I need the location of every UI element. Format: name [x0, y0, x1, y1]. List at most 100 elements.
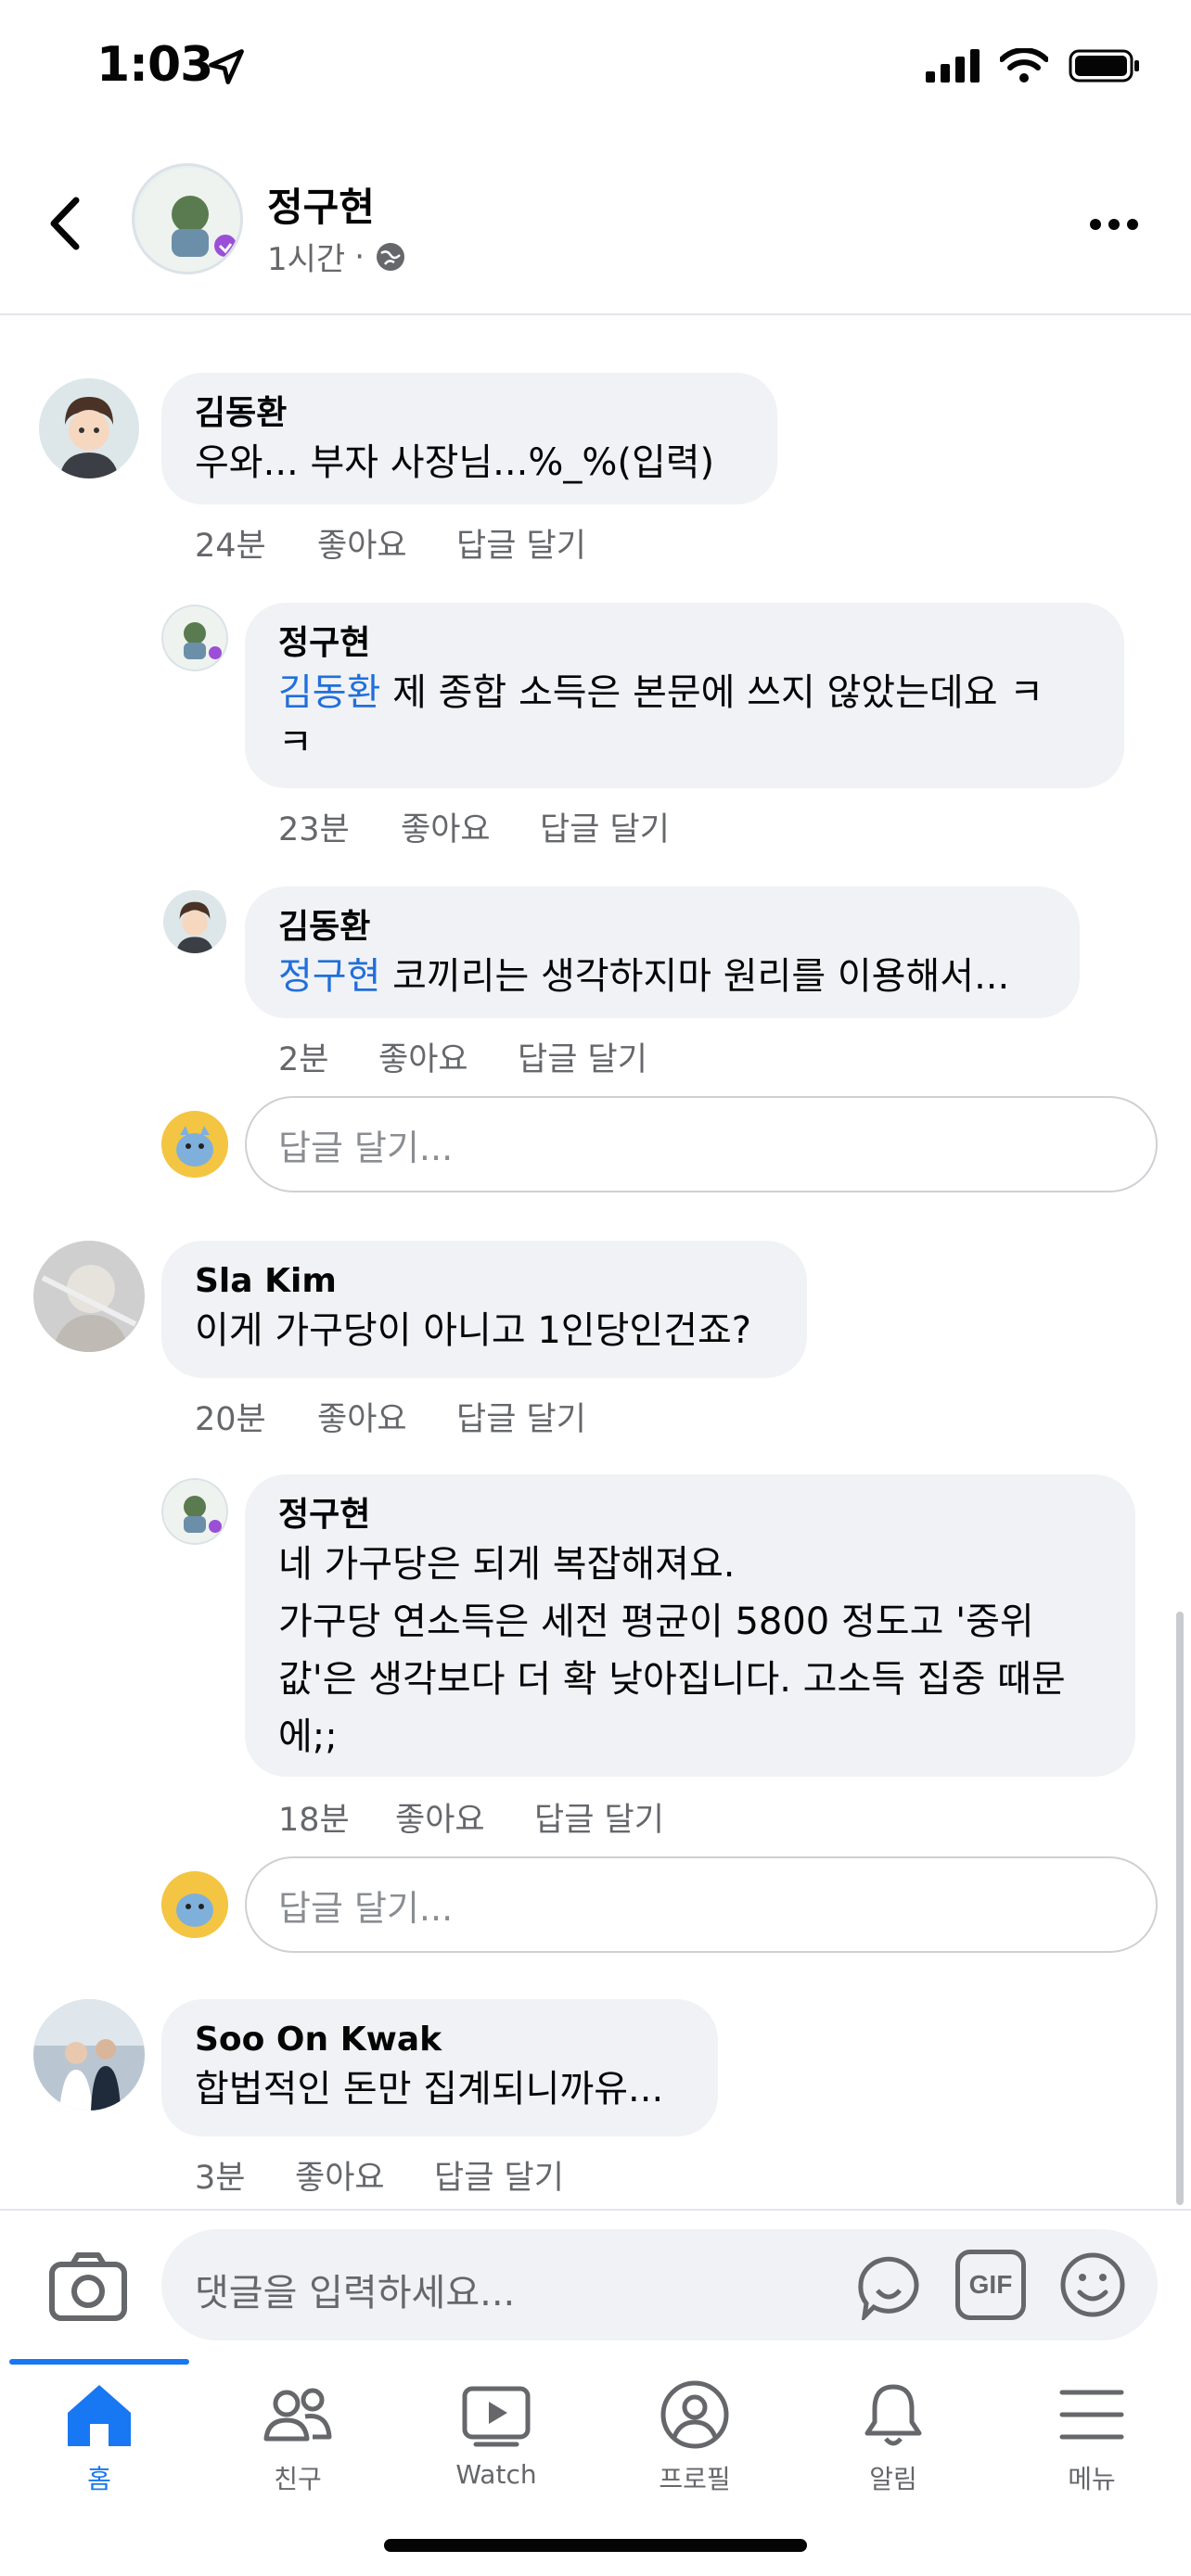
like-button[interactable]: 좋아요	[317, 1393, 456, 1440]
comment-time: 3분	[195, 2160, 246, 2197]
reply-button[interactable]: 답글 달기	[456, 1393, 586, 1440]
comment-actions: 24분 좋아요 답글 달기	[195, 519, 586, 567]
avatar-photo-icon	[33, 1241, 145, 1352]
mention-link[interactable]: 정구현	[278, 955, 380, 998]
comment-text: 이게 가구당이 아니고 1인당인건죠?	[195, 1309, 752, 1352]
avatar-photo-icon	[33, 1999, 145, 2111]
comment-bubble[interactable]: Soo On Kwak 합법적인 돈만 집계되니까유...	[161, 1999, 718, 2136]
emoji-icon[interactable]	[1057, 2250, 1128, 2320]
comment-actions: 3분 좋아요 답글 달기	[195, 2151, 564, 2199]
friends-icon	[263, 2388, 332, 2442]
comment-actions: 2분 좋아요 답글 달기	[278, 1033, 647, 1080]
commenter-avatar[interactable]	[163, 890, 226, 953]
status-indicators	[926, 48, 1141, 83]
comment-time: 24분	[195, 528, 266, 565]
reply-button[interactable]: 답글 달기	[456, 519, 586, 567]
reply-button[interactable]: 답글 달기	[534, 1793, 664, 1841]
gif-button[interactable]: GIF	[955, 2250, 1026, 2320]
wifi-icon	[1000, 48, 1048, 83]
reply-input-placeholder: 답글 달기...	[278, 1127, 454, 1168]
post-time: 1시간	[267, 241, 346, 278]
reply-input[interactable]: 답글 달기...	[245, 1856, 1158, 1953]
globe-icon	[377, 242, 405, 271]
home-icon	[68, 2385, 131, 2446]
comment-composer: 댓글을 입력하세요... GIF	[0, 2209, 1191, 2359]
active-tab-indicator	[9, 2359, 189, 2365]
comment-time: 18분	[278, 1802, 350, 1839]
location-arrow-icon	[209, 49, 244, 84]
comment-input-placeholder: 댓글을 입력하세요...	[195, 2272, 516, 2315]
gif-label: GIF	[968, 2270, 1013, 2299]
like-button[interactable]: 좋아요	[317, 519, 456, 567]
comment-bubble[interactable]: 정구현 김동환 제 종합 소득은 본문에 쓰지 않았는데요 ㅋ ㅋ	[245, 603, 1124, 788]
back-arrow-icon[interactable]	[43, 191, 89, 256]
comment-text: 우와... 부자 사장님...%_%(입력)	[195, 441, 715, 484]
status-time: 1:03	[96, 37, 213, 93]
avatar-illustration-icon	[163, 890, 226, 953]
commenter-avatar[interactable]	[39, 378, 139, 478]
avatar-illustration-icon	[161, 1871, 228, 1938]
avatar-illustration-icon	[39, 378, 139, 478]
tab-label: 메뉴	[1068, 2464, 1116, 2494]
comment-text: 김동환 제 종합 소득은 본문에 쓰지 않았는데요 ㅋ	[278, 664, 1091, 721]
current-user-avatar	[161, 1871, 228, 1938]
tab-watch[interactable]: Watch	[397, 2379, 596, 2528]
comment-bubble[interactable]: 김동환 정구현 코끼리는 생각하지마 원리를 이용해서...	[245, 886, 1080, 1018]
tab-friends[interactable]: 친구	[198, 2379, 397, 2528]
tab-profile[interactable]: 프로필	[596, 2379, 794, 2528]
cellular-signal-icon	[926, 49, 980, 83]
comment-bubble[interactable]: 정구현 네 가구당은 되게 복잡해져요. 가구당 연소득은 세전 평균이 580…	[245, 1474, 1135, 1777]
comment-time: 2분	[278, 1041, 329, 1078]
commenter-avatar[interactable]	[33, 1241, 145, 1352]
comment-author[interactable]: 김동환	[278, 907, 1046, 948]
like-button[interactable]: 좋아요	[395, 1793, 534, 1841]
comment-bubble[interactable]: 김동환 우와... 부자 사장님...%_%(입력)	[161, 373, 777, 504]
comment-text-line: 네 가구당은 되게 복잡해져요.	[278, 1543, 736, 1586]
comment-bubble[interactable]: Sla Kim 이게 가구당이 아니고 1인당인건죠?	[161, 1241, 807, 1378]
scrollbar[interactable]	[1176, 1612, 1184, 2205]
author-name[interactable]: 정구현	[267, 176, 375, 233]
more-dot-icon	[1127, 219, 1138, 230]
comment-time: 23분	[278, 811, 350, 848]
comment-input[interactable]: 댓글을 입력하세요... GIF	[161, 2229, 1158, 2340]
author-avatar[interactable]	[132, 163, 243, 274]
comment-text: 합법적인 돈만 집계되니까유...	[195, 2068, 664, 2111]
more-dot-icon	[1108, 219, 1120, 230]
battery-icon	[1069, 49, 1139, 83]
comment-author[interactable]: 김동환	[195, 393, 744, 434]
bell-icon	[864, 2384, 922, 2446]
current-user-avatar	[161, 1111, 228, 1178]
avatar-sticker-icon[interactable]	[853, 2250, 924, 2320]
tab-notifications[interactable]: 알림	[794, 2379, 992, 2528]
reply-input[interactable]: 답글 달기...	[245, 1096, 1158, 1192]
more-options-button[interactable]	[1082, 206, 1146, 243]
comment-author[interactable]: Soo On Kwak	[195, 2020, 685, 2060]
mention-link[interactable]: 김동환	[278, 671, 380, 714]
home-indicator[interactable]	[384, 2539, 807, 2552]
like-button[interactable]: 좋아요	[295, 2151, 434, 2199]
like-button[interactable]: 좋아요	[401, 803, 540, 850]
comment-author[interactable]: 정구현	[278, 623, 1091, 664]
status-bar: 1:03	[0, 0, 1191, 139]
reply-button[interactable]: 답글 달기	[518, 1033, 647, 1080]
comment-text-line: 에;;	[278, 1715, 338, 1758]
comment-author[interactable]: 정구현	[278, 1495, 1102, 1536]
tab-menu[interactable]: 메뉴	[992, 2379, 1191, 2528]
profile-icon	[660, 2380, 729, 2449]
camera-icon[interactable]	[48, 2248, 128, 2326]
comment-actions: 18분 좋아요 답글 달기	[278, 1793, 664, 1841]
comment-time: 20분	[195, 1401, 266, 1438]
like-button[interactable]: 좋아요	[378, 1033, 518, 1080]
reply-button[interactable]: 답글 달기	[434, 2151, 564, 2199]
tab-home[interactable]: 홈	[0, 2379, 198, 2528]
comment-author[interactable]: Sla Kim	[195, 1261, 774, 1302]
avatar-illustration-icon	[161, 605, 228, 671]
commenter-avatar[interactable]	[161, 1478, 228, 1545]
tab-label: 프로필	[659, 2464, 731, 2494]
reply-input-placeholder: 답글 달기...	[278, 1887, 454, 1929]
commenter-avatar[interactable]	[161, 605, 228, 671]
meta-separator: ·	[354, 237, 365, 275]
commenter-avatar[interactable]	[33, 1999, 145, 2111]
comment-text-line: 코끼리는 생각하지마 원리를 이용해서...	[380, 955, 1010, 998]
reply-button[interactable]: 답글 달기	[540, 803, 670, 850]
